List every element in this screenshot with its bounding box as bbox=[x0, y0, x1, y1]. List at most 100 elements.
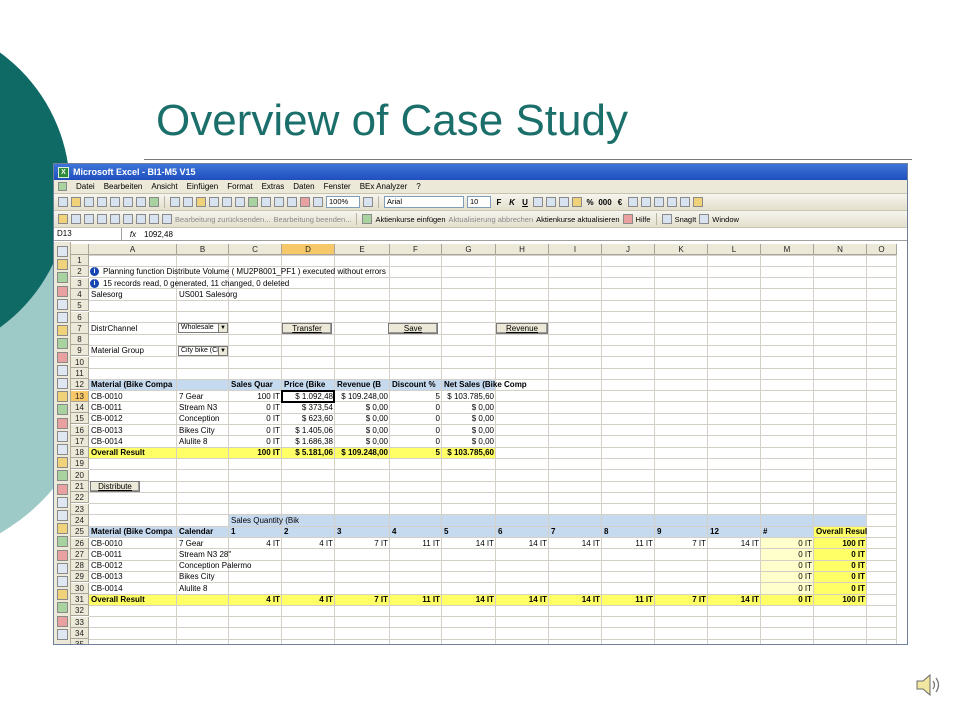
bex-tool-icon[interactable] bbox=[57, 523, 68, 535]
bex-tool-icon[interactable] bbox=[57, 483, 68, 495]
row-header-19[interactable]: 19 bbox=[71, 458, 89, 470]
bex-tool-icon[interactable] bbox=[57, 628, 68, 640]
help-menu-button[interactable]: Hilfe bbox=[636, 215, 651, 224]
table1-cell[interactable]: $ 109.248,00 bbox=[335, 391, 390, 402]
indent-icon[interactable] bbox=[654, 197, 664, 207]
bex-tool-icon[interactable] bbox=[57, 549, 68, 561]
print-icon[interactable] bbox=[123, 197, 133, 207]
bex-tool-icon[interactable] bbox=[57, 338, 68, 350]
column-header-k[interactable]: K bbox=[655, 244, 708, 255]
table2-header[interactable]: # bbox=[761, 526, 814, 537]
bex-tool-icon[interactable] bbox=[57, 417, 68, 429]
bex-tool-icon[interactable] bbox=[57, 430, 68, 442]
table2-cell[interactable]: 14 IT bbox=[496, 538, 549, 549]
bex-tool-icon[interactable] bbox=[57, 351, 68, 363]
table1-header[interactable]: Net Sales (Bike Comp bbox=[442, 379, 552, 390]
bex-tool-icon[interactable] bbox=[57, 536, 68, 548]
row-header-6[interactable]: 6 bbox=[71, 311, 89, 323]
row-header-7[interactable]: 7 bbox=[71, 322, 89, 334]
menu-fenster[interactable]: Fenster bbox=[324, 182, 351, 191]
email-icon[interactable] bbox=[110, 197, 120, 207]
table1-cell[interactable]: $ 0,00 bbox=[335, 402, 390, 413]
row-header-10[interactable]: 10 bbox=[71, 356, 89, 368]
table2-header[interactable]: Overall Result bbox=[814, 526, 867, 537]
table2-cell[interactable]: 4 IT bbox=[229, 538, 282, 549]
table1-cell[interactable]: $ 1.092,48 bbox=[282, 391, 335, 402]
column-header-h[interactable]: H bbox=[496, 244, 549, 255]
table2-header[interactable]: Material (Bike Compa bbox=[89, 526, 177, 537]
drawing-icon[interactable] bbox=[313, 197, 323, 207]
align-right-icon[interactable] bbox=[559, 197, 569, 207]
table1-cell[interactable]: $ 623,60 bbox=[282, 413, 335, 424]
speaker-icon[interactable] bbox=[914, 672, 942, 698]
underline-button[interactable]: U bbox=[520, 198, 530, 207]
row-header-20[interactable]: 20 bbox=[71, 469, 89, 481]
column-header-o[interactable]: O bbox=[867, 244, 897, 255]
row-header-16[interactable]: 16 bbox=[71, 424, 89, 436]
save-button[interactable]: Save bbox=[388, 323, 438, 335]
menu-ansicht[interactable]: Ansicht bbox=[151, 182, 177, 191]
row-header-17[interactable]: 17 bbox=[71, 435, 89, 447]
column-header-d[interactable]: D bbox=[282, 244, 335, 255]
row-header-34[interactable]: 34 bbox=[71, 627, 89, 639]
table1-header[interactable]: Discount % bbox=[390, 379, 442, 390]
table2-header[interactable]: 12 bbox=[708, 526, 761, 537]
table1-cell[interactable]: 0 IT bbox=[229, 413, 282, 424]
row-header-1[interactable]: 1 bbox=[71, 255, 89, 266]
column-header-l[interactable]: L bbox=[708, 244, 761, 255]
row-header-27[interactable]: 27 bbox=[71, 548, 89, 560]
table1-cell[interactable]: 0 bbox=[390, 436, 442, 447]
table1-cell[interactable]: $ 1.686,38 bbox=[282, 436, 335, 447]
bex-tool-icon[interactable] bbox=[57, 496, 68, 508]
sort-desc-icon[interactable] bbox=[287, 197, 297, 207]
bex-tool-icon[interactable] bbox=[57, 298, 68, 310]
euro-button[interactable]: € bbox=[615, 198, 625, 207]
table2-header[interactable]: 1 bbox=[229, 526, 282, 537]
undo-icon[interactable] bbox=[222, 197, 232, 207]
decrease-decimal-icon[interactable] bbox=[641, 197, 651, 207]
table2-cell[interactable]: 7 IT bbox=[335, 538, 390, 549]
chart-icon[interactable] bbox=[300, 197, 310, 207]
row-header-12[interactable]: 12 bbox=[71, 379, 89, 391]
table1-cell[interactable]: 0 bbox=[390, 425, 442, 436]
bex-tool-icon[interactable] bbox=[57, 576, 68, 587]
font-size-select[interactable]: 10 bbox=[467, 196, 491, 208]
bex-tool-icon[interactable] bbox=[57, 615, 68, 627]
row-header-30[interactable]: 30 bbox=[71, 582, 89, 594]
table1-cell[interactable]: $ 0,00 bbox=[335, 425, 390, 436]
table1-cell[interactable]: $ 0,00 bbox=[335, 436, 390, 447]
table1-cell[interactable]: 0 IT bbox=[229, 436, 282, 447]
bex-tool-icon[interactable] bbox=[57, 312, 68, 323]
table2-header[interactable]: 6 bbox=[496, 526, 549, 537]
table2-header[interactable]: 7 bbox=[549, 526, 602, 537]
menu-bearbeiten[interactable]: Bearbeiten bbox=[104, 182, 143, 191]
row-header-31[interactable]: 31 bbox=[71, 594, 89, 605]
paste-icon[interactable] bbox=[196, 197, 206, 207]
table1-cell[interactable]: 100 IT bbox=[229, 391, 282, 402]
new-icon[interactable] bbox=[58, 197, 68, 207]
formula-input[interactable]: 1092,48 bbox=[144, 230, 173, 239]
align-center-icon[interactable] bbox=[546, 197, 556, 207]
format-painter-icon[interactable] bbox=[209, 197, 219, 207]
window-button[interactable]: Window bbox=[712, 215, 739, 224]
table2-header[interactable]: 8 bbox=[602, 526, 655, 537]
column-header-g[interactable]: G bbox=[442, 244, 496, 255]
row-header-13[interactable]: 13 bbox=[71, 390, 89, 402]
row-header-14[interactable]: 14 bbox=[71, 401, 89, 413]
table2-cell[interactable]: 11 IT bbox=[602, 538, 655, 549]
bex-tool-icon[interactable] bbox=[57, 246, 68, 257]
bex-tool-icon[interactable] bbox=[57, 391, 68, 403]
row-header-3[interactable]: 3 bbox=[71, 277, 89, 289]
distribute-button[interactable]: Distribute bbox=[90, 481, 140, 493]
thousands-button[interactable]: 000 bbox=[598, 198, 612, 207]
table1-cell[interactable]: 5 bbox=[390, 391, 442, 402]
row-header-33[interactable]: 33 bbox=[71, 616, 89, 628]
table2-header[interactable]: Calendar bbox=[177, 526, 229, 537]
row-header-22[interactable]: 22 bbox=[71, 492, 89, 504]
column-header-e[interactable]: E bbox=[335, 244, 390, 255]
column-header-m[interactable]: M bbox=[761, 244, 814, 255]
row-header-9[interactable]: 9 bbox=[71, 345, 89, 357]
table2-header[interactable]: 4 bbox=[390, 526, 442, 537]
table2-cell[interactable]: 14 IT bbox=[442, 538, 496, 549]
row-header-8[interactable]: 8 bbox=[71, 334, 89, 346]
